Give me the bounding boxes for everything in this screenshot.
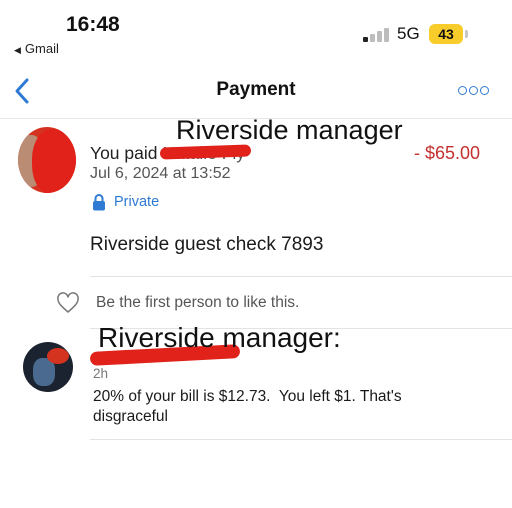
payment-amount: - $65.00 [414,143,481,163]
like-prompt: Be the first person to like this. [96,294,300,311]
status-bar: 16:48 ◀ Gmail 5G 43 [0,0,512,62]
more-options-button[interactable] [458,82,492,98]
annotation-recipient: Riverside manager [176,115,403,145]
payment-note: Riverside guest check 7893 [90,234,324,255]
back-app-label: Gmail [24,41,59,56]
page-title: Payment [216,79,296,100]
payment-summary: You paid Natalie Fly [90,143,245,164]
back-triangle-icon: ◀ [14,45,21,55]
comment-text: 20% of your bill is $12.73. You left $1.… [93,388,402,425]
cellular-signal-icon [363,26,391,42]
lock-icon [93,194,105,211]
recipient-name-redacted[interactable]: Natalie Fly [162,143,245,164]
battery-icon: 43 [429,24,463,44]
battery-tip [465,30,468,38]
divider [90,276,512,277]
more-horizontal-icon [458,86,467,95]
privacy-label: Private [114,194,160,210]
commenter-avatar[interactable] [23,342,73,392]
payer-avatar[interactable] [18,127,76,193]
network-type: 5G [397,24,420,43]
status-time: 16:48 [66,13,120,36]
divider [90,439,512,440]
comment-timestamp: 2h [93,366,109,381]
payment-date: Jul 6, 2024 at 13:52 [90,165,231,182]
back-to-app-link[interactable]: ◀ Gmail [14,41,59,56]
like-row: Be the first person to like this. [56,290,299,316]
paid-prefix: You paid [90,143,158,163]
privacy-setting[interactable]: Private [92,192,159,212]
navigation-bar: Payment [0,62,512,118]
heart-icon[interactable] [56,292,80,314]
annotation-commenter: Riverside manager: [98,322,341,353]
